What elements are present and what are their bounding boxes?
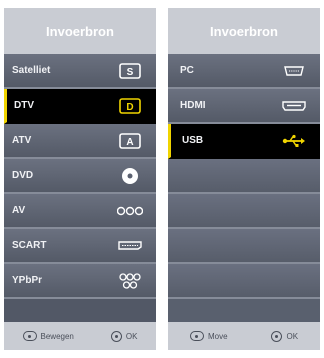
svg-text:A: A — [126, 137, 133, 148]
usb-icon — [280, 132, 308, 150]
empty-row — [168, 194, 320, 229]
dtv-icon: D — [116, 97, 144, 115]
source-label: USB — [182, 135, 204, 146]
source-label: PC — [180, 65, 194, 76]
panel-title: Invoerbron — [168, 8, 320, 54]
empty-row — [168, 229, 320, 264]
ok-hint-label: OK — [286, 331, 299, 341]
satellite-icon: S — [116, 62, 144, 80]
vga-icon — [280, 62, 308, 80]
empty-row — [168, 159, 320, 194]
source-item-av[interactable]: AV — [4, 194, 156, 229]
scart-icon — [116, 237, 144, 255]
source-item-ypbpr[interactable]: YPbPr — [4, 264, 156, 299]
ok-key-icon — [271, 330, 283, 342]
source-item-dtv[interactable]: DTV D — [4, 89, 156, 124]
source-label: AV — [12, 205, 26, 216]
disc-icon — [116, 167, 144, 185]
input-source-panel-left: Invoerbron Satelliet S DTV D ATV A DVD A… — [4, 8, 156, 350]
navigate-key-icon — [22, 331, 37, 341]
av-jacks-icon — [116, 202, 144, 220]
source-label: ATV — [12, 135, 32, 146]
svg-text:S: S — [127, 67, 134, 78]
source-item-atv[interactable]: ATV A — [4, 124, 156, 159]
source-label: HDMI — [180, 100, 206, 111]
move-hint: Move — [189, 331, 228, 341]
move-hint: Bewegen — [22, 331, 74, 341]
ok-hint-label: OK — [125, 331, 138, 341]
source-label: YPbPr — [12, 275, 43, 286]
panel-title: Invoerbron — [4, 8, 156, 54]
ok-hint: OK — [110, 330, 138, 342]
empty-row — [168, 264, 320, 299]
source-item-dvd[interactable]: DVD — [4, 159, 156, 194]
move-hint-label: Bewegen — [40, 331, 74, 341]
hdmi-icon — [280, 97, 308, 115]
source-item-usb[interactable]: USB — [168, 124, 320, 159]
atv-icon: A — [116, 132, 144, 150]
source-label: DVD — [12, 170, 34, 181]
navigate-key-icon — [189, 331, 204, 341]
source-item-pc[interactable]: PC — [168, 54, 320, 89]
input-source-panel-right: Invoerbron PC HDMI USB Move OK — [168, 8, 320, 350]
ok-hint: OK — [271, 330, 299, 342]
source-label: SCART — [12, 240, 47, 251]
ypbpr-jacks-icon — [116, 272, 144, 290]
panel-footer: Move OK — [168, 322, 320, 350]
source-item-hdmi[interactable]: HDMI — [168, 89, 320, 124]
svg-text:D: D — [126, 102, 133, 113]
source-item-satellite[interactable]: Satelliet S — [4, 54, 156, 89]
panel-footer: Bewegen OK — [4, 322, 156, 350]
move-hint-label: Move — [207, 331, 228, 341]
source-item-scart[interactable]: SCART — [4, 229, 156, 264]
source-label: Satelliet — [12, 65, 51, 76]
source-label: DTV — [14, 100, 34, 111]
ok-key-icon — [110, 330, 122, 342]
